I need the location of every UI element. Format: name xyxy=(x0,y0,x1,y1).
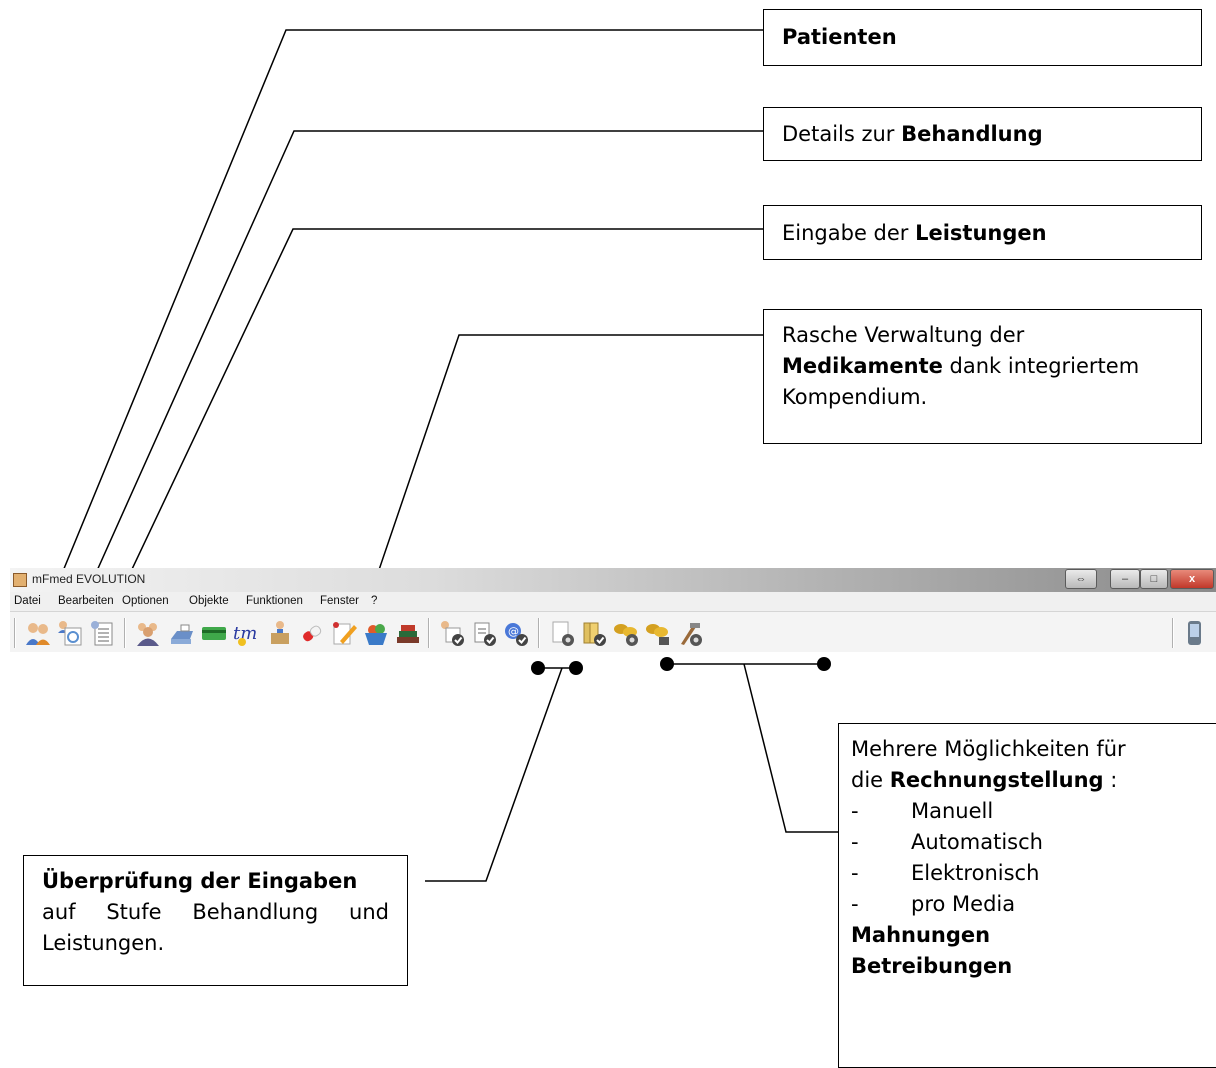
menu-optionen[interactable]: Optionen xyxy=(122,595,169,607)
toolbar: tm @ xyxy=(10,612,1216,652)
dot-check-right xyxy=(569,661,583,675)
title-bar: mFmed EVOLUTION ⇔ – □ x xyxy=(10,568,1216,592)
group-patients-icon[interactable] xyxy=(134,619,162,647)
maximize-button[interactable]: □ xyxy=(1140,569,1168,589)
connector-rechnung xyxy=(743,663,838,833)
app-icon xyxy=(13,573,27,587)
callout-rechnung-prefix2: die xyxy=(851,768,890,792)
menu-bearbeiten[interactable]: Bearbeiten xyxy=(58,595,114,607)
callout-behandlung-prefix: Details zur xyxy=(782,122,902,146)
toolbar-separator xyxy=(428,618,430,648)
callout-medikamente-bold: Medikamente xyxy=(782,354,943,378)
toolbar-separator xyxy=(1172,618,1174,648)
callout-leistungen-prefix: Eingabe der xyxy=(782,221,916,245)
menu-funktionen[interactable]: Funktionen xyxy=(246,595,303,607)
tools-icon[interactable] xyxy=(676,619,704,647)
callout-behandlung: Details zur Behandlung xyxy=(763,107,1202,161)
callout-ueberpruefung: Überprüfung der Eingaben auf Stufe Behan… xyxy=(23,855,408,986)
menu-fenster[interactable]: Fenster xyxy=(320,595,359,607)
window-title: mFmed EVOLUTION xyxy=(32,572,146,586)
toolbar-separator xyxy=(124,618,126,648)
callout-patienten-bold: Patienten xyxy=(782,25,897,49)
callout-medikamente-line3: Kompendium. xyxy=(782,385,928,409)
callout-medikamente-line1: Rasche Verwaltung der xyxy=(782,323,1025,347)
callout-ueberpruefung-rest: auf Stufe Behandlung und Leistungen. xyxy=(42,900,389,955)
check-email-icon[interactable]: @ xyxy=(502,619,530,647)
basket-icon[interactable] xyxy=(362,619,390,647)
restore-button[interactable]: ⇔ xyxy=(1065,569,1097,589)
bullet-item: - Elektronisch xyxy=(851,861,1040,885)
callout-rechnung-suffix2: : xyxy=(1103,768,1118,792)
bullet-item: - Automatisch xyxy=(851,830,1043,854)
callout-medikamente: Rasche Verwaltung der Medikamente dank i… xyxy=(763,309,1202,444)
connector-behandlung xyxy=(73,130,763,623)
menu-objekte[interactable]: Objekte xyxy=(189,595,229,607)
connector-patienten xyxy=(41,29,763,623)
callout-rechnung-bold2: Rechnungstellung xyxy=(889,768,1104,792)
notes-edit-icon[interactable] xyxy=(330,619,358,647)
callout-rechnung-betreibungen: Betreibungen xyxy=(851,954,1013,978)
toolbar-separator xyxy=(14,618,16,648)
bullet-item: - Manuell xyxy=(851,799,994,823)
coins-auto-icon[interactable] xyxy=(612,619,640,647)
callout-medikamente-suffix: dank integriertem xyxy=(942,354,1140,378)
check-treatment-icon[interactable] xyxy=(438,619,466,647)
bullet-item: - pro Media xyxy=(851,892,1016,916)
callout-behandlung-bold: Behandlung xyxy=(901,122,1043,146)
callout-rechnung: Mehrere Möglichkeiten für die Rechnungst… xyxy=(838,723,1216,1068)
patients-icon[interactable] xyxy=(24,619,52,647)
cash-register-icon[interactable] xyxy=(168,619,196,647)
callout-rechnung-line1: Mehrere Möglichkeiten für xyxy=(851,737,1126,761)
close-button[interactable]: x xyxy=(1170,569,1214,589)
delivery-icon[interactable] xyxy=(266,619,294,647)
menu-help[interactable]: ? xyxy=(371,595,377,607)
menu-datei[interactable]: Datei xyxy=(14,595,41,607)
check-services-icon[interactable] xyxy=(470,619,498,647)
coins-hand-icon[interactable] xyxy=(644,619,672,647)
connector-leistungen xyxy=(106,228,763,623)
connector-ueberpruefung xyxy=(425,667,563,882)
invoice-folder-icon[interactable] xyxy=(580,619,608,647)
toolbar-separator xyxy=(538,618,540,648)
treatment-details-icon[interactable] xyxy=(56,619,84,647)
services-entry-icon[interactable] xyxy=(88,619,116,647)
tm-icon[interactable]: tm xyxy=(232,619,260,647)
callout-patienten: Patienten xyxy=(763,9,1202,66)
mobile-device-icon[interactable] xyxy=(1180,619,1208,647)
callout-leistungen-bold: Leistungen xyxy=(915,221,1047,245)
callout-ueberpruefung-bold: Überprüfung der Eingaben xyxy=(42,869,358,893)
medication-pill-icon[interactable] xyxy=(298,619,326,647)
dot-check-left xyxy=(531,661,545,675)
menu-bar: Datei Bearbeiten Optionen Objekte Funkti… xyxy=(10,592,1216,612)
callout-leistungen: Eingabe der Leistungen xyxy=(763,205,1202,260)
books-icon[interactable] xyxy=(394,619,422,647)
app-window: mFmed EVOLUTION ⇔ – □ x Datei Bearbeiten… xyxy=(10,568,1216,660)
card-icon[interactable] xyxy=(200,619,228,647)
minimize-button[interactable]: – xyxy=(1110,569,1140,589)
invoice-manual-icon[interactable] xyxy=(548,619,576,647)
svg-text:@: @ xyxy=(508,625,519,638)
callout-rechnung-mahnungen: Mahnungen xyxy=(851,923,991,947)
